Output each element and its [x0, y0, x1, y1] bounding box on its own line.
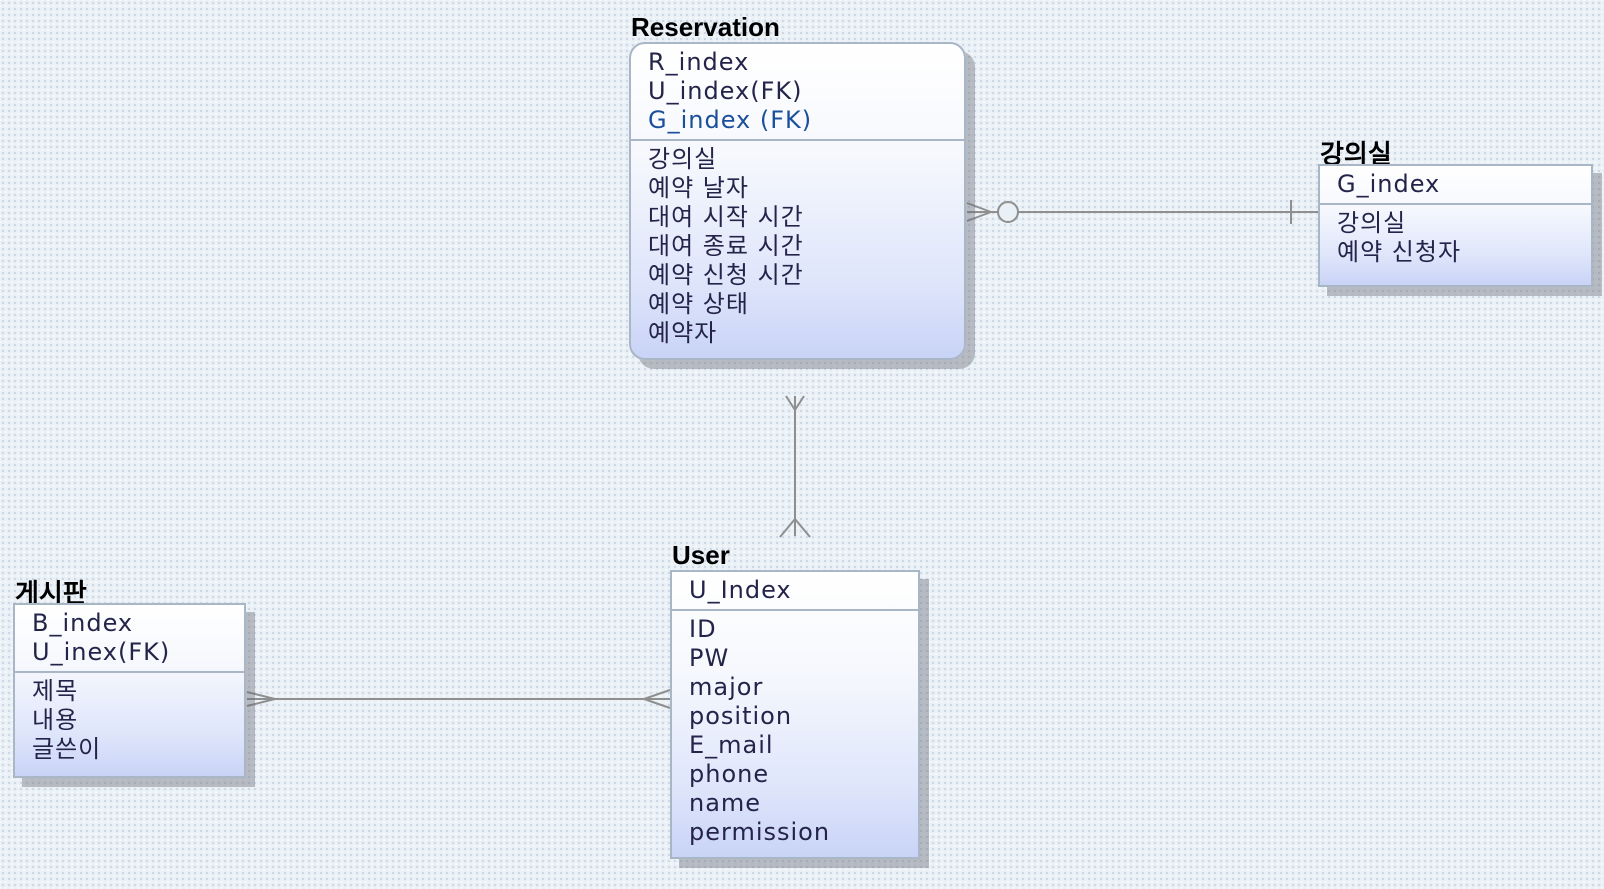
foreign-key-field: G_index (FK)	[648, 106, 813, 134]
primary-key-section: B_index U_inex(FK)	[15, 605, 244, 673]
primary-key-section: R_index U_index(FK) G_index (FK)	[631, 44, 964, 141]
attribute-field: 예약 날자	[648, 174, 749, 202]
attribute-field: 강의실	[648, 145, 718, 173]
crows-foot-upper	[966, 202, 992, 213]
attribute-field: 글쓴이	[32, 735, 102, 763]
attribute-field: phone	[689, 760, 770, 788]
crows-foot-top-right	[794, 395, 805, 411]
attribute-field: major	[689, 673, 764, 701]
attribute-field: ID	[689, 615, 717, 643]
crows-foot-left-upper	[246, 691, 276, 700]
entity-title: User	[672, 540, 730, 570]
zero-marker	[997, 201, 1019, 223]
crows-foot-lower	[966, 211, 992, 222]
primary-key-section: G_index	[1320, 166, 1591, 205]
entity-reservation[interactable]: Reservation R_index U_index(FK) G_index …	[629, 12, 966, 360]
attribute-field: 예약 상태	[648, 290, 749, 318]
foreign-key-field: U_inex(FK)	[32, 638, 171, 666]
attribute-field: position	[689, 702, 793, 730]
key-field: G_index	[1337, 170, 1441, 198]
crows-foot-top-left	[785, 395, 796, 411]
attribute-field: 예약자	[648, 319, 718, 347]
entity-box: G_index 강의실 예약 신청자	[1318, 164, 1593, 287]
entity-title: Reservation	[631, 12, 780, 42]
attribute-field: 예약 신청자	[1337, 238, 1462, 266]
attribute-field: 제목	[32, 677, 79, 705]
crows-foot-right-upper	[643, 689, 671, 700]
attribute-field: 대여 종료 시간	[648, 232, 804, 260]
attribute-field: 대여 시작 시간	[648, 203, 804, 231]
crows-foot-bottom-left	[779, 518, 796, 538]
key-field: R_index	[648, 48, 750, 76]
attribute-field: permission	[689, 818, 831, 846]
crows-foot-right-lower	[643, 698, 671, 709]
key-field: U_index(FK)	[648, 77, 803, 105]
primary-key-section: U_Index	[672, 572, 918, 611]
attribute-field: name	[689, 789, 762, 817]
entity-board[interactable]: 게시판 B_index U_inex(FK) 제목 내용 글쓴이	[13, 578, 246, 778]
relation-reservation-user	[779, 395, 811, 538]
er-diagram-canvas: Reservation R_index U_index(FK) G_index …	[0, 0, 1604, 889]
attribute-field: PW	[689, 644, 730, 672]
relation-board-user	[246, 689, 671, 709]
entity-classroom[interactable]: 강의실 G_index 강의실 예약 신청자	[1318, 139, 1593, 287]
entity-box: B_index U_inex(FK) 제목 내용 글쓴이	[13, 603, 246, 778]
attribute-field: 내용	[32, 706, 79, 734]
key-field: U_Index	[689, 576, 792, 604]
entity-box: U_Index ID PW major position E_mail phon…	[670, 570, 920, 859]
attribute-field: E_mail	[689, 731, 774, 759]
key-field: B_index	[32, 609, 134, 637]
relation-reservation-classroom	[966, 200, 1318, 224]
entity-box: R_index U_index(FK) G_index (FK) 강의실 예약 …	[629, 42, 966, 360]
crows-foot-bottom-right	[794, 518, 811, 538]
attribute-section: ID PW major position E_mail phone name p…	[672, 611, 918, 857]
attribute-section: 강의실 예약 신청자	[1320, 205, 1591, 285]
crows-foot-left-lower	[246, 698, 276, 707]
attribute-section: 제목 내용 글쓴이	[15, 673, 244, 776]
attribute-section: 강의실 예약 날자 대여 시작 시간 대여 종료 시간 예약 신청 시간 예약 …	[631, 141, 964, 358]
attribute-field: 강의실	[1337, 209, 1407, 237]
entity-user[interactable]: User U_Index ID PW major position E_mail…	[670, 540, 920, 859]
attribute-field: 예약 신청 시간	[648, 261, 804, 289]
